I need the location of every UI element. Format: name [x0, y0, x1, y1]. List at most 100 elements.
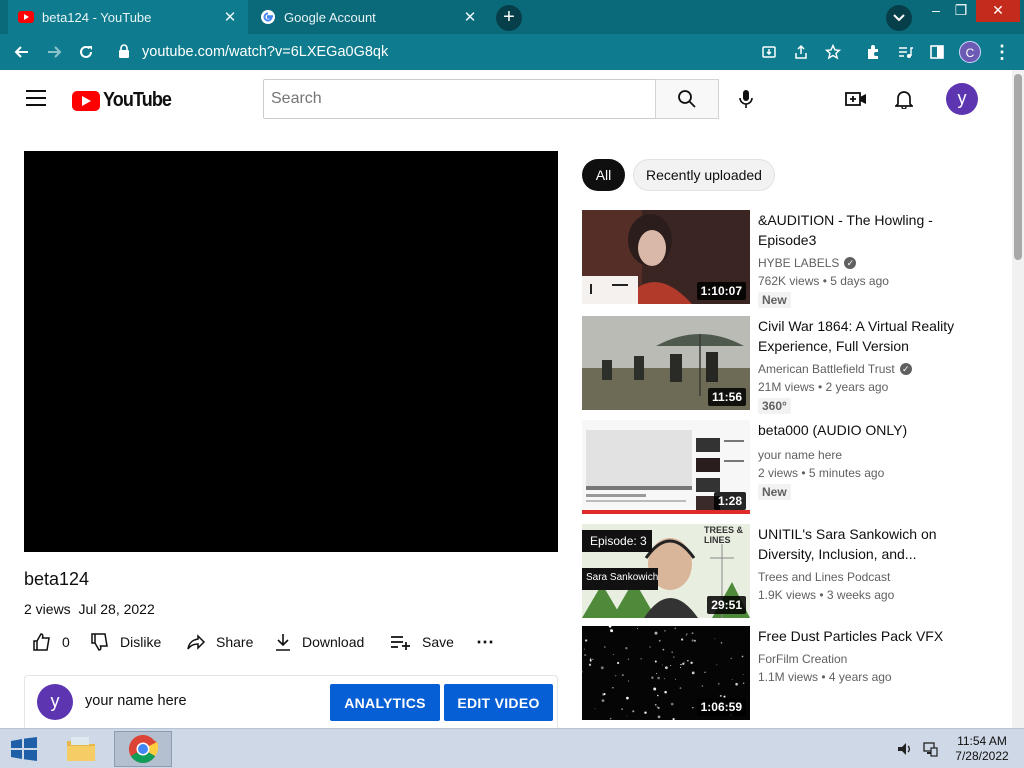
- video-actions: 0 Dislike Share Download Save ⋯: [24, 628, 558, 656]
- bookmark-star-icon[interactable]: [821, 40, 845, 64]
- more-actions-icon[interactable]: ⋯: [476, 628, 494, 656]
- suggested-video-title[interactable]: &AUDITION - The Howling - Episode3: [758, 210, 978, 250]
- playlist-add-icon: [391, 636, 410, 650]
- clock-time: 11:54 AM: [957, 734, 1007, 748]
- windows-taskbar: 11:54 AM 7/28/2022: [0, 728, 1024, 768]
- channel-name: ForFilm Creation: [758, 652, 848, 666]
- download-icon: [276, 634, 290, 651]
- video-meta: 2 views Jul 28, 2022: [24, 601, 155, 617]
- new-tab-button[interactable]: +: [496, 5, 522, 31]
- back-arrow-icon[interactable]: [10, 40, 34, 64]
- chevron-down-icon: [893, 14, 905, 22]
- windows-start-icon[interactable]: [10, 737, 38, 761]
- thumbs-down-icon: [91, 633, 108, 651]
- channel-name: Trees and Lines Podcast: [758, 570, 891, 584]
- close-window-button[interactable]: ✕: [976, 0, 1020, 22]
- view-count: 2 views: [24, 601, 71, 617]
- extensions-puzzle-icon[interactable]: [861, 40, 885, 64]
- notifications-bell-icon[interactable]: [891, 86, 917, 112]
- video-title: beta124: [24, 569, 90, 589]
- video-duration: 11:56: [707, 388, 746, 406]
- video-thumbnail[interactable]: Episode: 3 Sara Sankowich TREES & LINES …: [582, 524, 750, 618]
- suggested-video[interactable]: 11:56 Civil War 1864: A Virtual Reality …: [582, 316, 1002, 414]
- edit-video-button[interactable]: EDIT VIDEO: [444, 684, 553, 721]
- voice-search-mic-icon[interactable]: [733, 86, 759, 112]
- suggested-video-title[interactable]: Civil War 1864: A Virtual Reality Experi…: [758, 316, 978, 356]
- youtube-header: YouTube y: [0, 70, 1012, 128]
- suggested-video-channel[interactable]: American Battlefield Trust ✓: [758, 362, 912, 376]
- search-icon: [678, 90, 696, 108]
- save-button[interactable]: Save: [390, 628, 454, 656]
- channel-avatar[interactable]: y: [37, 684, 73, 720]
- suggested-video-title[interactable]: UNITIL's Sara Sankowich on Diversity, In…: [758, 524, 978, 564]
- download-button[interactable]: Download: [274, 628, 364, 656]
- restore-window-button[interactable]: ❐: [946, 0, 976, 22]
- tab-title: Google Account: [284, 9, 376, 25]
- 360-badge: 360°: [758, 398, 791, 414]
- video-thumbnail[interactable]: 11:56: [582, 316, 750, 410]
- profile-avatar-button[interactable]: C: [958, 40, 982, 64]
- channel-name[interactable]: your name here: [85, 693, 187, 709]
- media-control-icon[interactable]: [893, 40, 917, 64]
- chip-recently-uploaded[interactable]: Recently uploaded: [633, 159, 775, 191]
- volume-icon[interactable]: [896, 740, 914, 758]
- address-bar[interactable]: youtube.com/watch?v=6LXEGa0G8qk: [108, 37, 848, 67]
- channel-name: your name here: [758, 448, 843, 462]
- file-explorer-icon[interactable]: [52, 731, 110, 767]
- youtube-favicon-icon: [18, 9, 34, 25]
- channel-bar: y your name here ANALYTICS EDIT VIDEO: [24, 675, 558, 728]
- tab-search-button[interactable]: [886, 5, 912, 31]
- account-avatar[interactable]: y: [946, 83, 978, 115]
- create-video-icon[interactable]: [843, 86, 869, 112]
- install-app-icon[interactable]: [757, 40, 781, 64]
- video-thumbnail[interactable]: 1:28: [582, 420, 750, 514]
- youtube-play-icon: [72, 90, 100, 111]
- verified-badge-icon: ✓: [844, 257, 857, 269]
- chip-all[interactable]: All: [582, 159, 625, 191]
- suggested-video[interactable]: 1:28 beta000 (AUDIO ONLY) your name here…: [582, 420, 1002, 514]
- video-duration: 29:51: [707, 596, 746, 614]
- like-button[interactable]: 0: [32, 628, 70, 656]
- close-tab-icon[interactable]: ✕: [222, 8, 238, 26]
- video-thumbnail[interactable]: 1:06:59: [582, 626, 750, 720]
- side-panel-icon[interactable]: [925, 40, 949, 64]
- network-icon[interactable]: [921, 740, 939, 758]
- reload-icon[interactable]: [74, 40, 98, 64]
- video-duration: 1:06:59: [696, 698, 746, 716]
- hamburger-menu-icon[interactable]: [26, 90, 46, 111]
- page-scrollbar[interactable]: [1012, 70, 1024, 728]
- tab-google-account[interactable]: Google Account ✕: [250, 0, 488, 34]
- chrome-taskbar-icon[interactable]: [114, 731, 172, 767]
- analytics-button[interactable]: ANALYTICS: [330, 684, 440, 721]
- verified-badge-icon: ✓: [899, 363, 912, 375]
- search-input[interactable]: [263, 79, 656, 119]
- share-button[interactable]: Share: [186, 628, 253, 656]
- tab-youtube[interactable]: beta124 - YouTube ✕: [8, 0, 248, 34]
- suggested-video-channel[interactable]: HYBE LABELS ✓: [758, 256, 857, 270]
- suggested-video-channel[interactable]: your name here: [758, 448, 842, 462]
- thumbs-up-icon: [33, 633, 50, 651]
- suggested-video-channel[interactable]: ForFilm Creation: [758, 652, 847, 666]
- suggested-video[interactable]: 1:06:59 Free Dust Particles Pack VFX For…: [582, 626, 1002, 720]
- suggested-video-title[interactable]: beta000 (AUDIO ONLY): [758, 420, 978, 440]
- video-player[interactable]: [24, 151, 558, 552]
- browser-toolbar: youtube.com/watch?v=6LXEGa0G8qk C ⋮: [0, 34, 1024, 70]
- suggested-video-title[interactable]: Free Dust Particles Pack VFX: [758, 626, 978, 646]
- suggested-video-channel[interactable]: Trees and Lines Podcast: [758, 570, 890, 584]
- video-thumbnail[interactable]: 1:10:07: [582, 210, 750, 304]
- dislike-button[interactable]: Dislike: [90, 628, 161, 656]
- taskbar-clock[interactable]: 11:54 AM 7/28/2022: [950, 734, 1014, 764]
- close-tab-icon[interactable]: ✕: [462, 8, 478, 26]
- share-page-icon[interactable]: [789, 40, 813, 64]
- video-duration: 1:28: [713, 492, 746, 510]
- share-label: Share: [216, 634, 254, 650]
- youtube-logo[interactable]: YouTube: [72, 89, 179, 112]
- thumbnail-episode-label: Episode: 3: [590, 534, 647, 548]
- forward-arrow-icon[interactable]: [42, 40, 66, 64]
- browser-menu-icon[interactable]: ⋮: [990, 40, 1014, 64]
- search-button[interactable]: [655, 79, 719, 119]
- video-duration: 1:10:07: [696, 282, 746, 300]
- suggested-video[interactable]: Episode: 3 Sara Sankowich TREES & LINES …: [582, 524, 1002, 618]
- scrollbar-thumb[interactable]: [1014, 74, 1022, 260]
- suggested-video[interactable]: 1:10:07 &AUDITION - The Howling - Episod…: [582, 210, 1002, 308]
